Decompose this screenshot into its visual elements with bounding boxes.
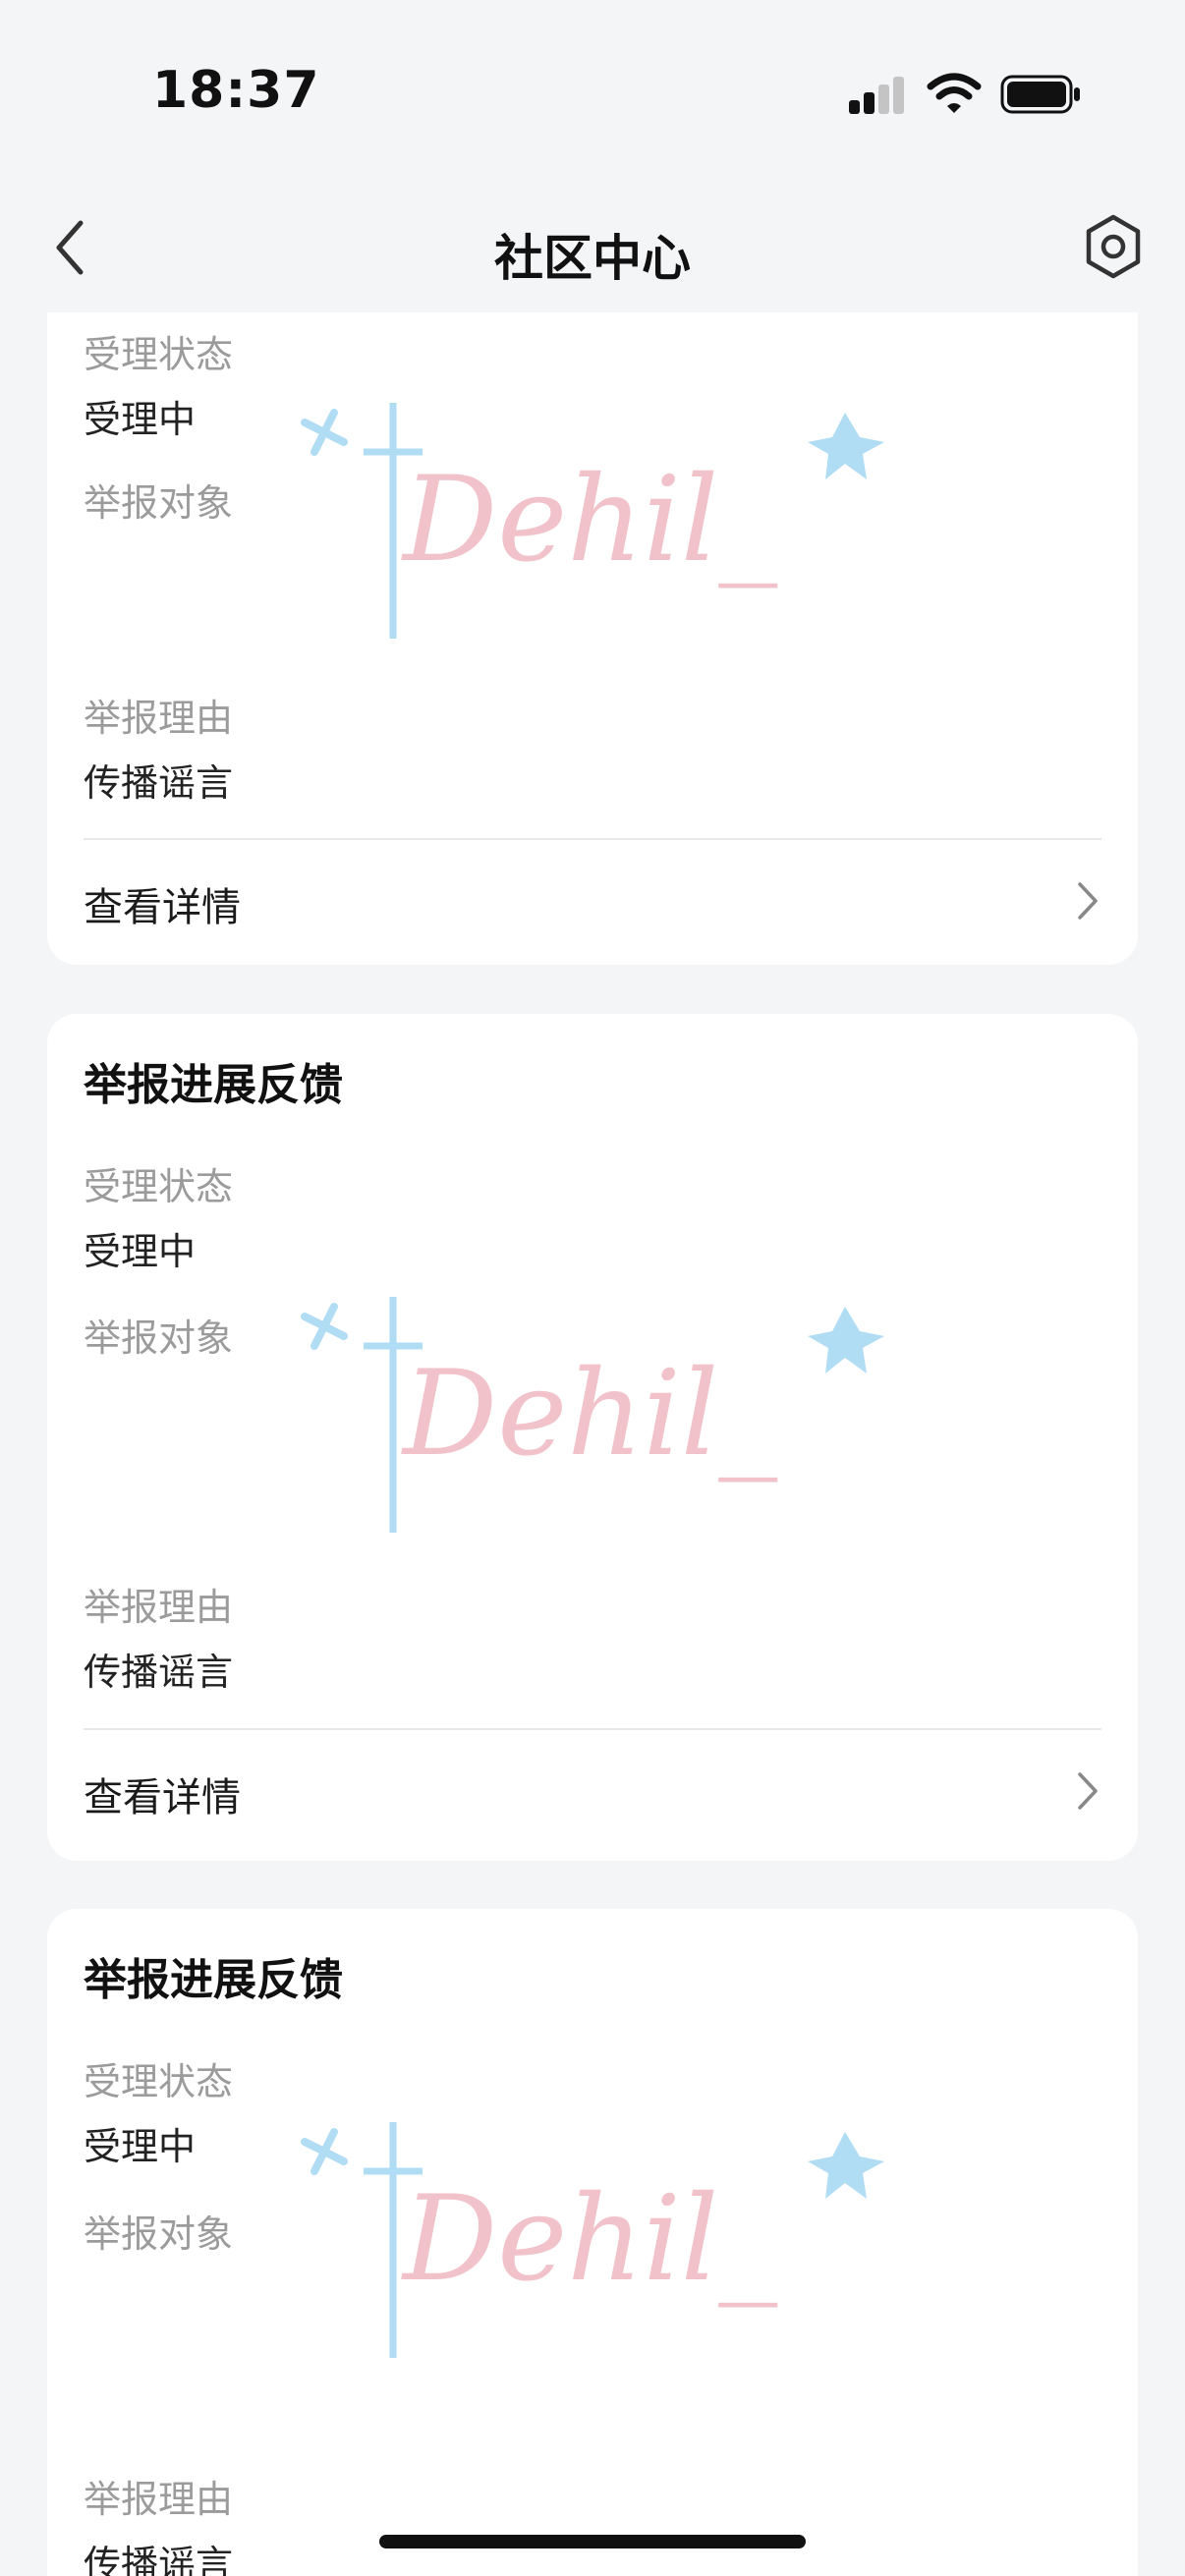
status-label: 受理状态: [84, 1165, 234, 1208]
card-title: 举报进展反馈: [84, 1060, 343, 1110]
reason-value: 传播谣言: [84, 1651, 234, 1694]
card-title: 举报进展反馈: [84, 1955, 343, 2005]
target-label: 举报对象: [84, 481, 234, 525]
report-card: 举报进展反馈 受理状态 受理中 举报对象 举报理由 传播谣言 查看详情: [47, 1014, 1138, 1861]
report-card: 举报进展反馈 受理状态 受理中 举报对象 举报理由 传播谣言: [47, 1909, 1138, 2576]
view-details-label: 查看详情: [84, 885, 241, 930]
status-time: 18:37: [152, 61, 320, 120]
settings-hexagon-icon: [1086, 214, 1141, 279]
view-details-row[interactable]: 查看详情: [47, 1730, 1138, 1848]
wifi-icon: [927, 73, 982, 113]
status-value: 受理中: [84, 398, 197, 441]
battery-icon: [1000, 75, 1080, 114]
chevron-right-icon: [1078, 1772, 1098, 1810]
home-indicator[interactable]: [379, 2535, 806, 2548]
navigation-bar: 社区中心: [0, 192, 1185, 309]
cellular-signal-icon: [849, 77, 904, 114]
report-card: 受理状态 受理中 举报对象 举报理由 传播谣言 查看详情: [47, 312, 1138, 965]
report-list[interactable]: 受理状态 受理中 举报对象 举报理由 传播谣言 查看详情 举报进展反馈 受理状态…: [0, 312, 1185, 2576]
status-bar: 18:37: [0, 0, 1185, 187]
reason-value: 传播谣言: [84, 761, 234, 805]
status-label: 受理状态: [84, 333, 234, 376]
reason-value: 传播谣言: [84, 2543, 234, 2576]
page-title: 社区中心: [494, 230, 691, 287]
target-label: 举报对象: [84, 1316, 234, 1360]
reason-label: 举报理由: [84, 697, 234, 740]
settings-button[interactable]: [1081, 211, 1146, 282]
reason-label: 举报理由: [84, 2478, 234, 2521]
view-details-row[interactable]: 查看详情: [47, 840, 1138, 958]
view-details-label: 查看详情: [84, 1775, 241, 1820]
target-label: 举报对象: [84, 2212, 234, 2256]
status-value: 受理中: [84, 2125, 197, 2168]
chevron-right-icon: [1078, 882, 1098, 920]
status-label: 受理状态: [84, 2060, 234, 2103]
status-value: 受理中: [84, 1230, 197, 1273]
reason-label: 举报理由: [84, 1586, 234, 1629]
